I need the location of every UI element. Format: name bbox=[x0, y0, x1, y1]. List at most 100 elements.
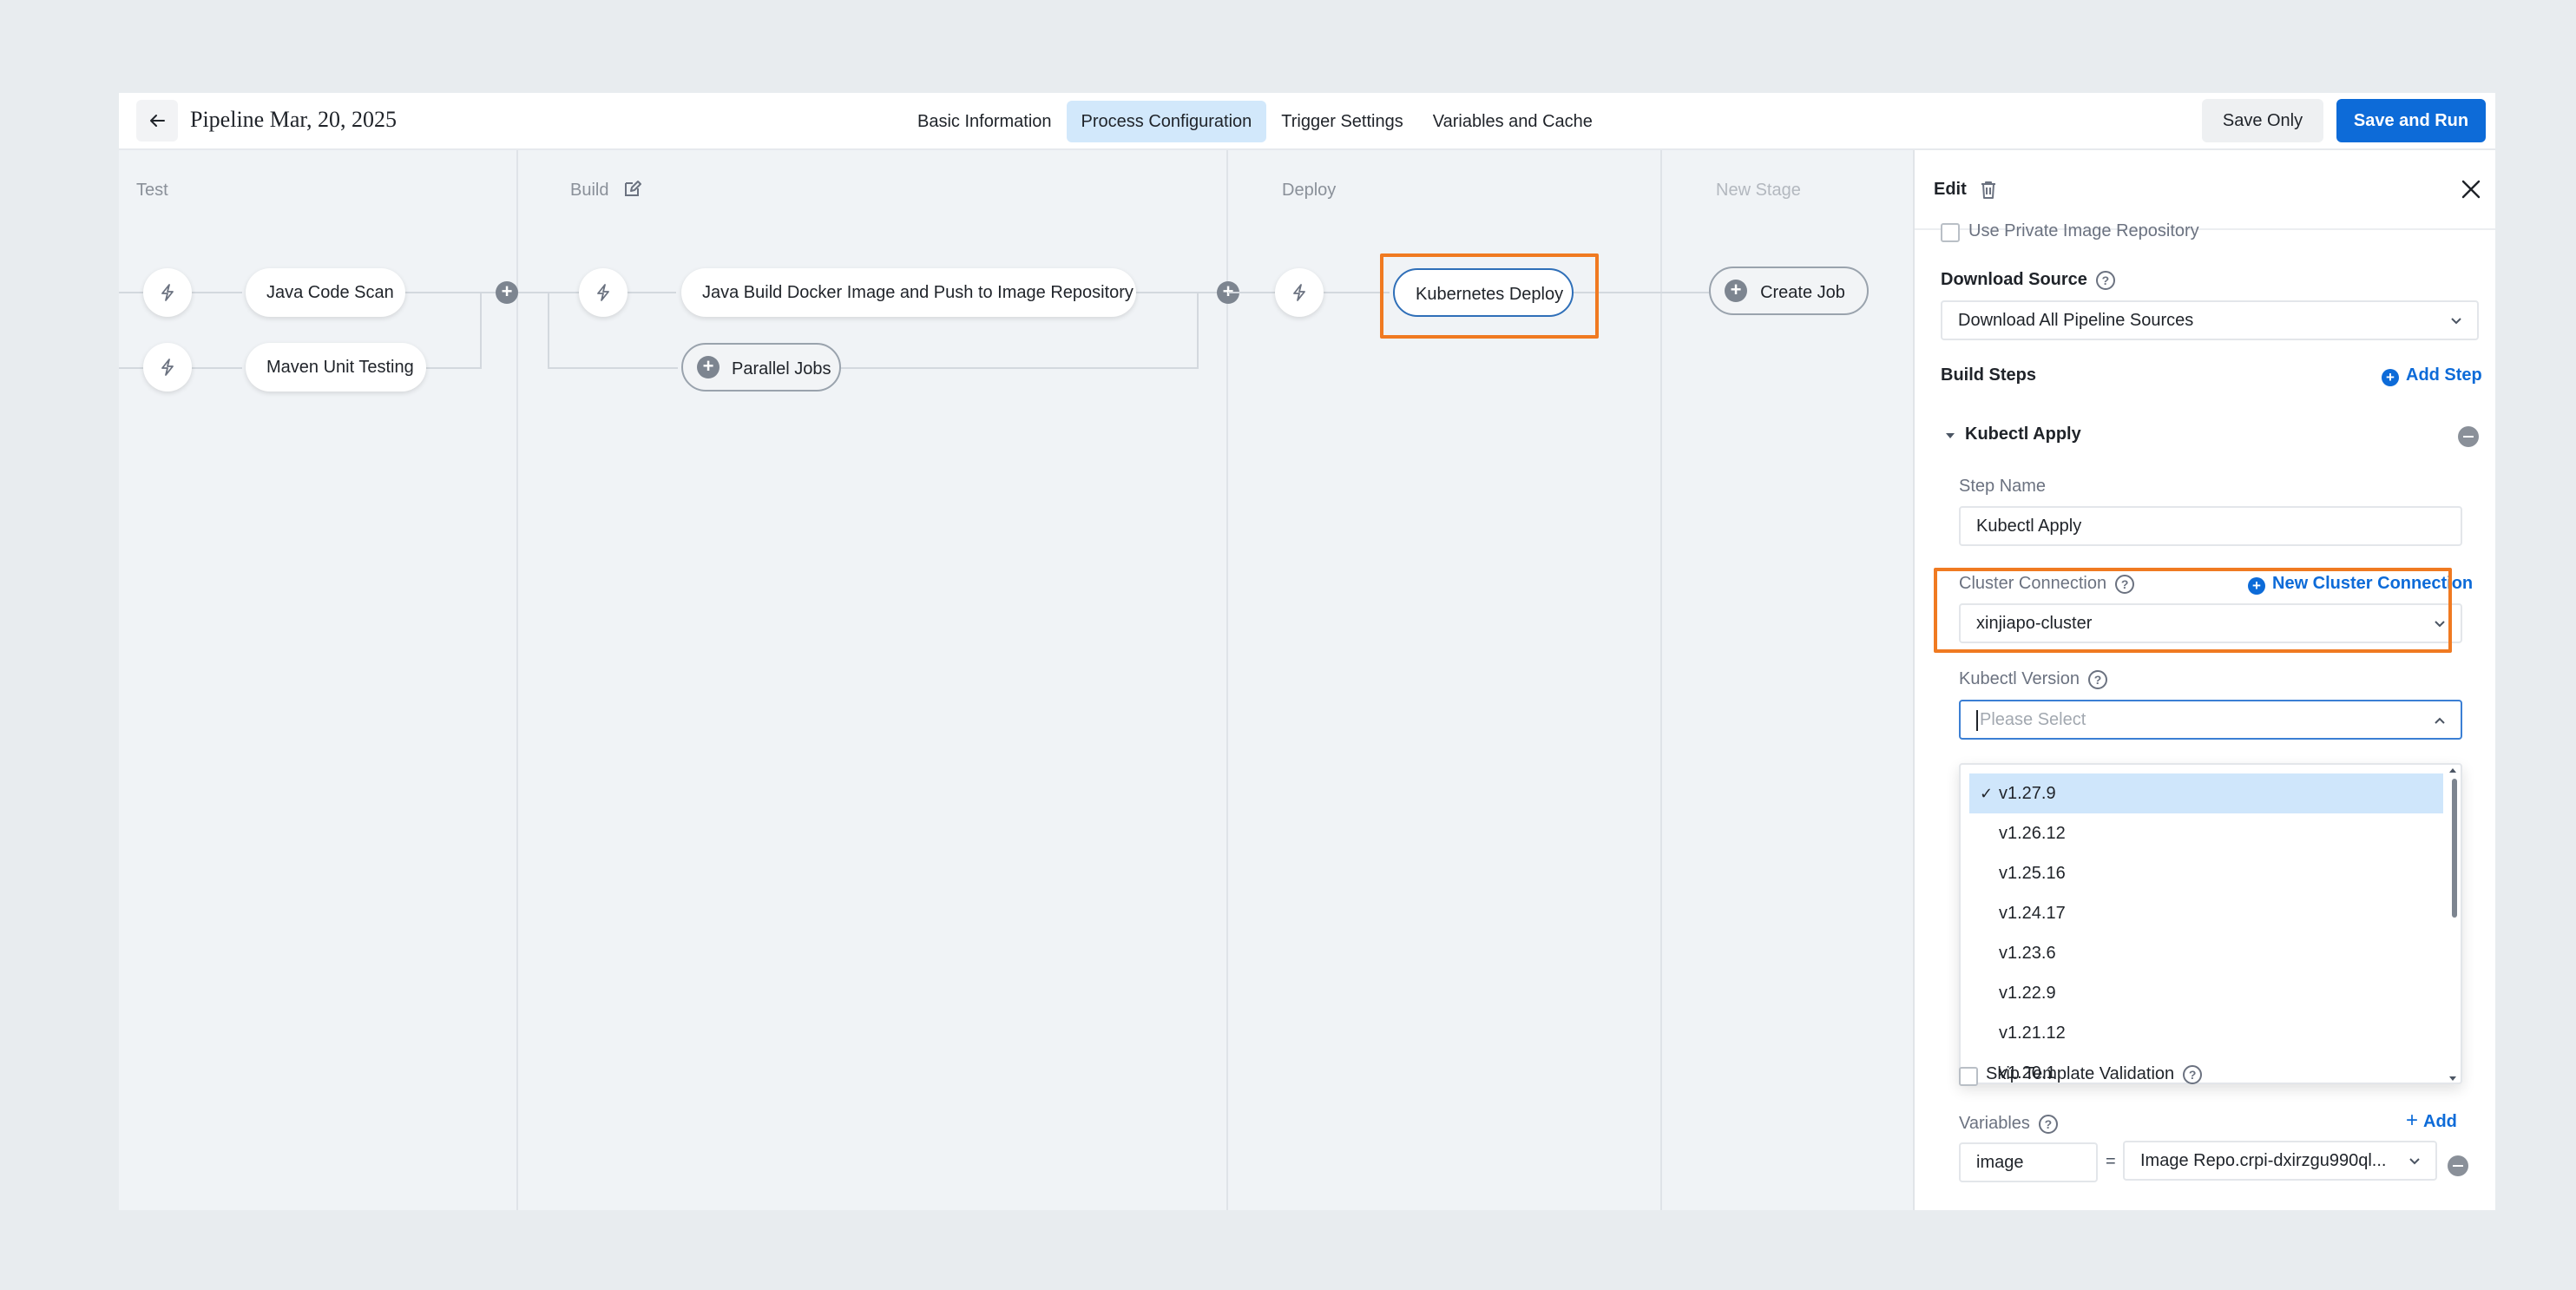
help-icon[interactable]: ? bbox=[2087, 669, 2107, 689]
save-and-run-button[interactable]: Save and Run bbox=[2336, 99, 2486, 142]
panel-title: Edit bbox=[1934, 180, 1967, 199]
help-icon[interactable]: ? bbox=[2095, 270, 2115, 290]
build-steps-label: Build Steps bbox=[1941, 365, 2037, 385]
variables-label: Variables? bbox=[1959, 1114, 2058, 1134]
version-option[interactable]: v1.26.12 bbox=[1969, 813, 2443, 853]
back-button[interactable] bbox=[136, 100, 178, 142]
connector-line bbox=[548, 367, 678, 369]
job-trigger-button[interactable] bbox=[143, 343, 192, 392]
connector-line bbox=[628, 292, 676, 293]
tab-basic-information[interactable]: Basic Information bbox=[903, 101, 1067, 142]
panel-header: Edit bbox=[1915, 150, 2495, 230]
highlight-box bbox=[1380, 253, 1599, 339]
connector-line bbox=[192, 367, 242, 369]
trash-icon[interactable] bbox=[1979, 180, 1998, 201]
stage-title: Deploy bbox=[1282, 181, 1337, 200]
edit-icon[interactable] bbox=[622, 180, 641, 199]
job-java-build-docker-image[interactable]: Java Build Docker Image and Push to Imag… bbox=[681, 268, 1136, 317]
job-trigger-button[interactable] bbox=[579, 268, 628, 317]
private-repo-checkbox[interactable] bbox=[1941, 223, 1960, 242]
scroll-up-icon[interactable] bbox=[2448, 767, 2457, 773]
connector-line bbox=[405, 292, 496, 293]
add-stage-button[interactable]: + bbox=[496, 281, 518, 304]
plus-icon: + bbox=[2406, 1109, 2419, 1132]
plus-icon: + bbox=[697, 356, 720, 378]
plus-circle-icon: + bbox=[2382, 369, 2399, 386]
connector-line bbox=[839, 367, 1199, 369]
connector-line bbox=[1197, 292, 1199, 368]
variable-value-select[interactable]: Image Repo.crpi-dxirzgu990ql... bbox=[2123, 1141, 2437, 1181]
download-source-select[interactable]: Download All Pipeline Sources bbox=[1941, 300, 2479, 340]
create-job-button[interactable]: + Create Job bbox=[1709, 267, 1869, 315]
help-icon[interactable]: ? bbox=[2183, 1064, 2203, 1084]
lightning-icon bbox=[161, 284, 174, 301]
version-option[interactable]: v1.25.16 bbox=[1969, 853, 2443, 893]
download-source-label: Download Source? bbox=[1941, 270, 2115, 290]
step-name-input[interactable]: Kubectl Apply bbox=[1959, 506, 2462, 546]
job-trigger-button[interactable] bbox=[1275, 268, 1324, 317]
check-icon: ✓ bbox=[1980, 785, 1994, 802]
version-option[interactable]: v1.22.9 bbox=[1969, 973, 2443, 1013]
parallel-jobs-button[interactable]: + Parallel Jobs bbox=[681, 343, 841, 392]
tab-trigger-settings[interactable]: Trigger Settings bbox=[1266, 101, 1417, 142]
highlight-box bbox=[1934, 568, 2452, 653]
connector-line bbox=[480, 292, 482, 369]
help-icon[interactable]: ? bbox=[2038, 1114, 2058, 1134]
version-option[interactable]: v1.23.6 bbox=[1969, 933, 2443, 973]
connector-line bbox=[548, 292, 549, 368]
equals-sign: = bbox=[2106, 1152, 2116, 1171]
remove-variable-icon[interactable] bbox=[2448, 1155, 2468, 1176]
step-name-label: Step Name bbox=[1959, 477, 2047, 496]
stage-title: New Stage bbox=[1716, 181, 1801, 200]
create-job-label: Create Job bbox=[1760, 283, 1845, 302]
parallel-jobs-label: Parallel Jobs bbox=[732, 359, 831, 378]
connector-line bbox=[119, 367, 143, 369]
kubectl-version-select[interactable]: Please Select bbox=[1959, 700, 2462, 740]
tab-process-configuration[interactable]: Process Configuration bbox=[1066, 101, 1267, 142]
chevron-up-icon bbox=[2435, 717, 2445, 724]
version-option[interactable]: v1.24.17 bbox=[1969, 893, 2443, 933]
connector-line bbox=[1228, 292, 1275, 293]
job-java-code-scan[interactable]: Java Code Scan bbox=[246, 268, 405, 317]
pipeline-editor: Pipeline Mar, 20, 2025 Basic Information… bbox=[119, 93, 2495, 1210]
lightning-icon bbox=[597, 284, 609, 301]
lightning-icon bbox=[1293, 284, 1305, 301]
chevron-down-icon bbox=[2451, 318, 2461, 325]
skip-template-checkbox[interactable] bbox=[1959, 1067, 1978, 1086]
tab-variables-and-cache[interactable]: Variables and Cache bbox=[1418, 101, 1607, 142]
skip-template-label: Skip Template Validation? bbox=[1986, 1064, 2203, 1084]
private-repo-label: Use Private Image Repository bbox=[1968, 221, 2199, 240]
step-group-title: Kubectl Apply bbox=[1965, 425, 2081, 444]
remove-step-icon[interactable] bbox=[2458, 426, 2479, 447]
lightning-icon bbox=[161, 359, 174, 376]
kubectl-version-dropdown: ✓ v1.27.9 v1.26.12 v1.25.16 v1.24.17 v1.2… bbox=[1959, 763, 2462, 1084]
caret-down-icon[interactable] bbox=[1944, 430, 1956, 442]
text-cursor bbox=[1976, 709, 1978, 731]
scroll-down-icon[interactable] bbox=[2448, 1076, 2457, 1083]
connector-line bbox=[1136, 292, 1228, 293]
stage-title: Build bbox=[570, 181, 609, 200]
arrow-left-icon bbox=[150, 115, 165, 127]
plus-icon: + bbox=[1725, 280, 1747, 302]
job-maven-unit-testing[interactable]: Maven Unit Testing bbox=[246, 343, 426, 392]
add-step-link[interactable]: + Add Step bbox=[2382, 365, 2482, 386]
connector-line bbox=[426, 367, 482, 369]
save-only-button[interactable]: Save Only bbox=[2202, 99, 2323, 142]
variable-key-input[interactable]: image bbox=[1959, 1142, 2098, 1182]
pipeline-title: Pipeline Mar, 20, 2025 bbox=[190, 107, 397, 132]
add-variable-link[interactable]: + Add bbox=[2406, 1109, 2457, 1133]
stage-title: Test bbox=[136, 181, 168, 200]
dropdown-scrollbar[interactable] bbox=[2452, 779, 2457, 918]
pipeline-canvas: Test Build Deploy New Stage Java Code Sc… bbox=[119, 150, 1913, 1210]
config-tabs: Basic Information Process Configuration … bbox=[903, 93, 1607, 150]
close-icon[interactable] bbox=[2460, 178, 2482, 201]
top-header: Pipeline Mar, 20, 2025 Basic Information… bbox=[119, 93, 2495, 150]
connector-line bbox=[192, 292, 242, 293]
connector-line bbox=[119, 292, 143, 293]
job-trigger-button[interactable] bbox=[143, 268, 192, 317]
version-option[interactable]: v1.21.12 bbox=[1969, 1013, 2443, 1053]
kubectl-version-label: Kubectl Version? bbox=[1959, 669, 2107, 689]
version-option[interactable]: ✓ v1.27.9 bbox=[1969, 773, 2443, 813]
chevron-down-icon bbox=[2409, 1158, 2420, 1165]
connector-line bbox=[1662, 292, 1709, 293]
